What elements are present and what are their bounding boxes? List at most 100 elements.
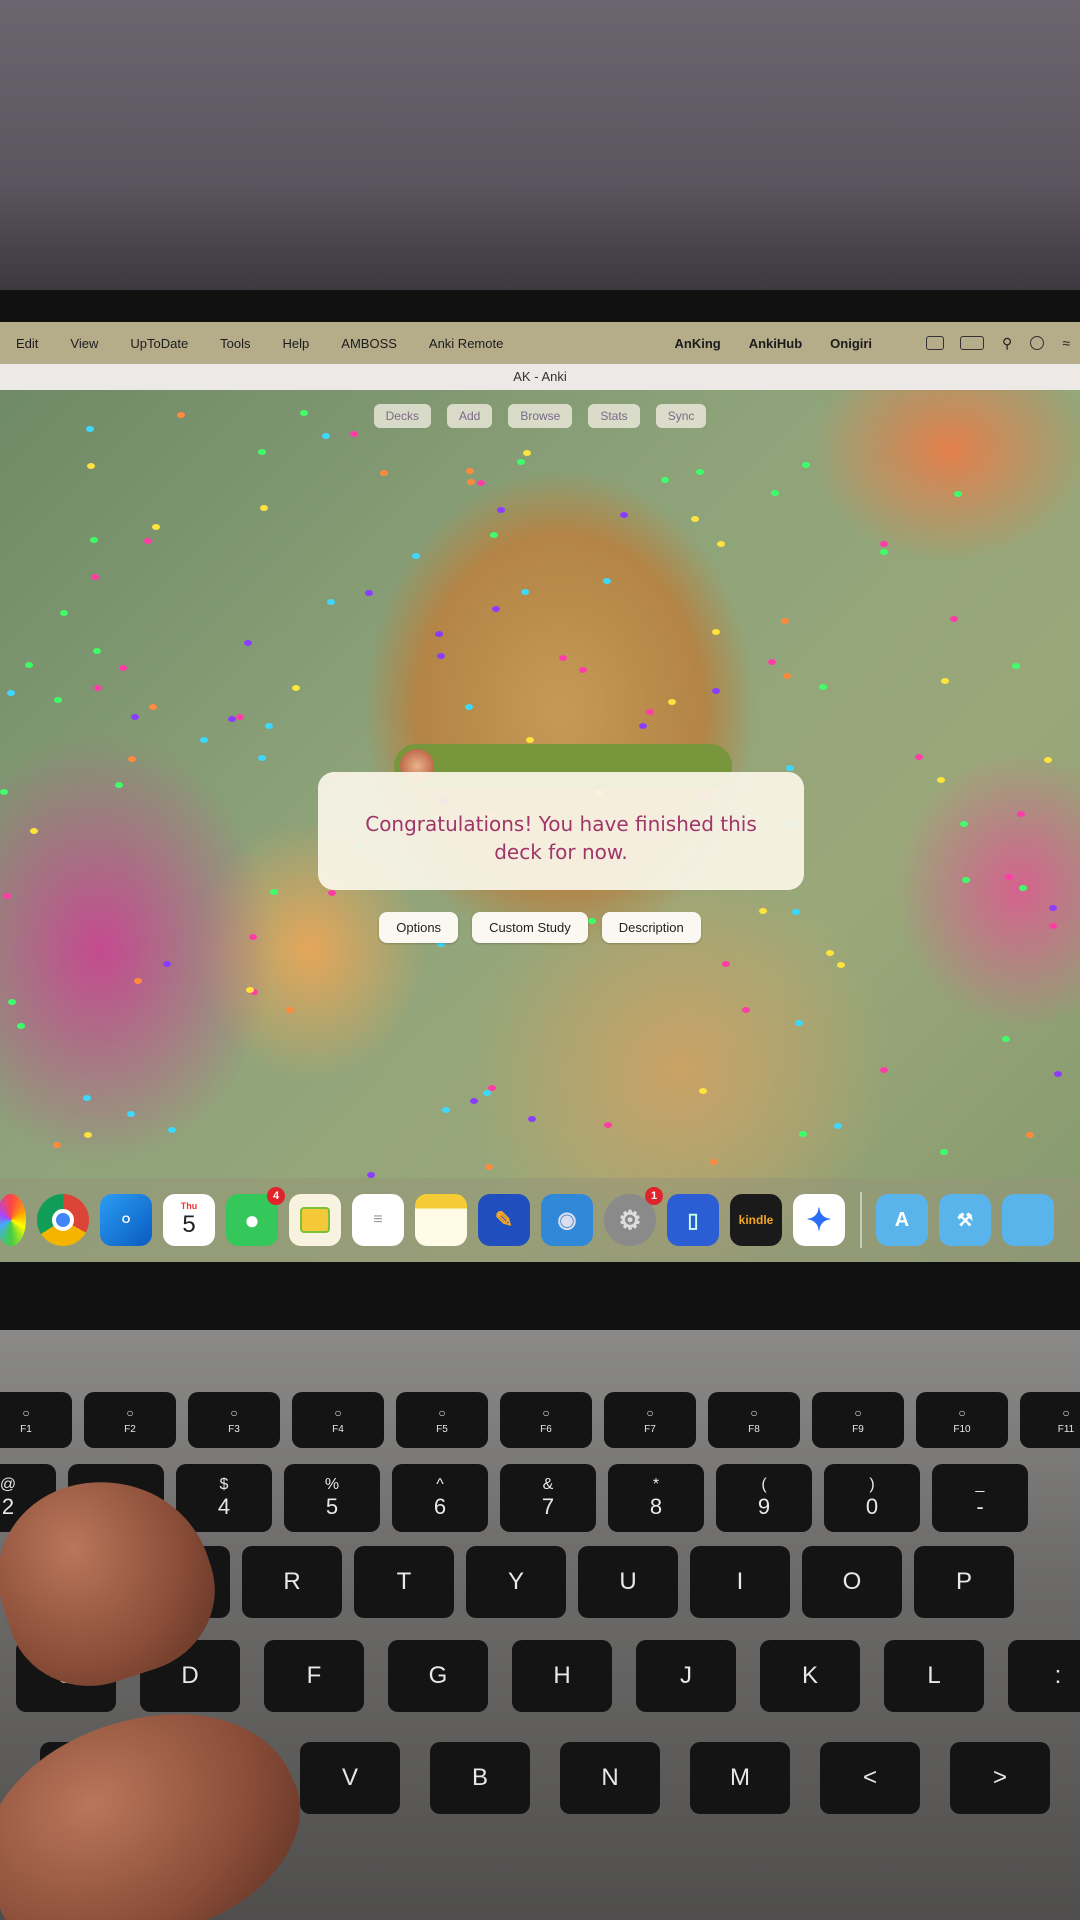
menu-help[interactable]: Help [267,336,326,351]
notes-files-icon[interactable] [289,1194,341,1246]
display-icon[interactable] [926,336,945,350]
toolbar-stats[interactable]: Stats [588,404,640,428]
simulator-icon[interactable]: ▯ [667,1194,719,1246]
dock-separator [860,1192,862,1248]
key-f2[interactable]: ○ F2 [84,1392,176,1448]
toolbar-decks[interactable]: Decks [373,404,431,428]
downloads-folder-icon[interactable] [1002,1194,1054,1246]
menu-tools[interactable]: Tools [204,336,266,351]
menu-uptodate[interactable]: UpToDate [114,336,204,351]
key-letter[interactable]: Y [466,1546,566,1618]
key-letter[interactable]: : [1008,1640,1080,1712]
key-number[interactable]: ^ 6 [392,1464,488,1532]
key-f5[interactable]: ○ F5 [396,1392,488,1448]
confetti-piece [940,1149,948,1155]
key-f7[interactable]: ○ F7 [604,1392,696,1448]
menu-ankihub[interactable]: AnkiHub [735,336,816,351]
key-letter[interactable]: U [578,1546,678,1618]
description-button[interactable]: Description [601,912,701,943]
toolbar-add[interactable]: Add [446,404,493,428]
key-f8[interactable]: ○ F8 [708,1392,800,1448]
key-number[interactable]: & 7 [500,1464,596,1532]
key-label: L [927,1662,941,1689]
search-icon[interactable]: ⚲ [1002,335,1012,352]
outlook-icon[interactable]: O [100,1194,152,1246]
confetti-piece [292,685,300,691]
key-f10[interactable]: ○ F10 [916,1392,1008,1448]
key-letter[interactable]: O [802,1546,902,1618]
confetti-piece [559,655,567,661]
key-number[interactable]: $4 [176,1464,272,1532]
menu-onigiri[interactable]: Onigiri [816,336,886,351]
confetti-piece [442,1107,450,1113]
menu-anki-remote[interactable]: Anki Remote [413,336,519,351]
key-letter[interactable]: < [820,1742,920,1814]
reminders-icon[interactable]: ≡ [352,1194,404,1246]
key-letter[interactable]: B [430,1742,530,1814]
confetti-piece [90,537,98,543]
fn-key-label: F3 [228,1423,240,1435]
photos-icon[interactable] [0,1194,26,1246]
wifi-icon[interactable]: ≈ [1062,335,1070,351]
key-f11[interactable]: ○ F11 [1020,1392,1080,1448]
menu-edit[interactable]: Edit [0,336,54,351]
key-number[interactable]: _ - [932,1464,1028,1532]
key-letter[interactable]: L [884,1640,984,1712]
confetti-piece [470,1098,478,1104]
fn-key-label: F11 [1057,1423,1075,1435]
key-label: H [553,1662,571,1689]
utilities-folder-icon[interactable]: ⚒ [939,1194,991,1246]
confetti-piece [466,468,474,474]
chrome-icon[interactable] [37,1194,89,1246]
key-f3[interactable]: ○ F3 [188,1392,280,1448]
confetti-piece [128,756,136,762]
fn-key-label: F4 [332,1423,344,1435]
key-letter[interactable]: J [636,1640,736,1712]
key-letter[interactable]: V [300,1742,400,1814]
confetti-piece [168,1127,176,1133]
calendar-icon[interactable]: Thu 5 [163,1194,215,1246]
clock-icon[interactable] [1030,336,1045,350]
custom-study-button[interactable]: Custom Study [472,912,588,943]
applications-folder-icon[interactable]: A [876,1194,928,1246]
notes-icon[interactable] [415,1194,467,1246]
key-letter[interactable]: T [354,1546,454,1618]
key-letter[interactable]: I [690,1546,790,1618]
key-letter[interactable]: > [950,1742,1050,1814]
key-letter[interactable]: N [560,1742,660,1814]
menu-view[interactable]: View [54,336,114,351]
confetti-piece [485,1164,493,1170]
key-f6[interactable]: ○ F6 [500,1392,592,1448]
options-button[interactable]: Options [379,912,459,943]
key-number[interactable]: ) 0 [824,1464,920,1532]
ai-assistant-icon[interactable]: ✦ [793,1194,845,1246]
goodnotes-icon[interactable]: ✎ [478,1194,530,1246]
confetti-piece [467,479,475,485]
key-letter[interactable]: R [242,1546,342,1618]
key-letter[interactable]: H [512,1640,612,1712]
key-letter[interactable]: P [914,1546,1014,1618]
kindle-icon[interactable]: kindle [730,1194,782,1246]
key-letter[interactable]: K [760,1640,860,1712]
confetti-piece [412,553,420,559]
key-number[interactable]: * 8 [608,1464,704,1532]
toolbar-sync[interactable]: Sync [655,404,707,428]
messages-icon[interactable]: ● 4 [226,1187,285,1246]
key-shift-symbol: * [652,1476,660,1493]
confetti-piece [270,889,278,895]
key-f4[interactable]: ○ F4 [292,1392,384,1448]
disk-utility-icon[interactable]: ◉ [541,1194,593,1246]
key-letter[interactable]: G [388,1640,488,1712]
key-f9[interactable]: ○ F9 [812,1392,904,1448]
system-settings-icon[interactable]: ⚙ 1 [604,1187,663,1246]
toolbar-browse[interactable]: Browse [508,404,573,428]
menu-amboss[interactable]: AMBOSS [325,336,413,351]
key-letter[interactable]: F [264,1640,364,1712]
key-f1[interactable]: ○ F1 [0,1392,72,1448]
menu-anking[interactable]: AnKing [660,336,734,351]
key-number[interactable]: % 5 [284,1464,380,1532]
key-number[interactable]: (9 [716,1464,812,1532]
key-letter[interactable]: M [690,1742,790,1814]
fn-key-label: F1 [20,1423,32,1435]
battery-icon[interactable] [960,336,985,350]
